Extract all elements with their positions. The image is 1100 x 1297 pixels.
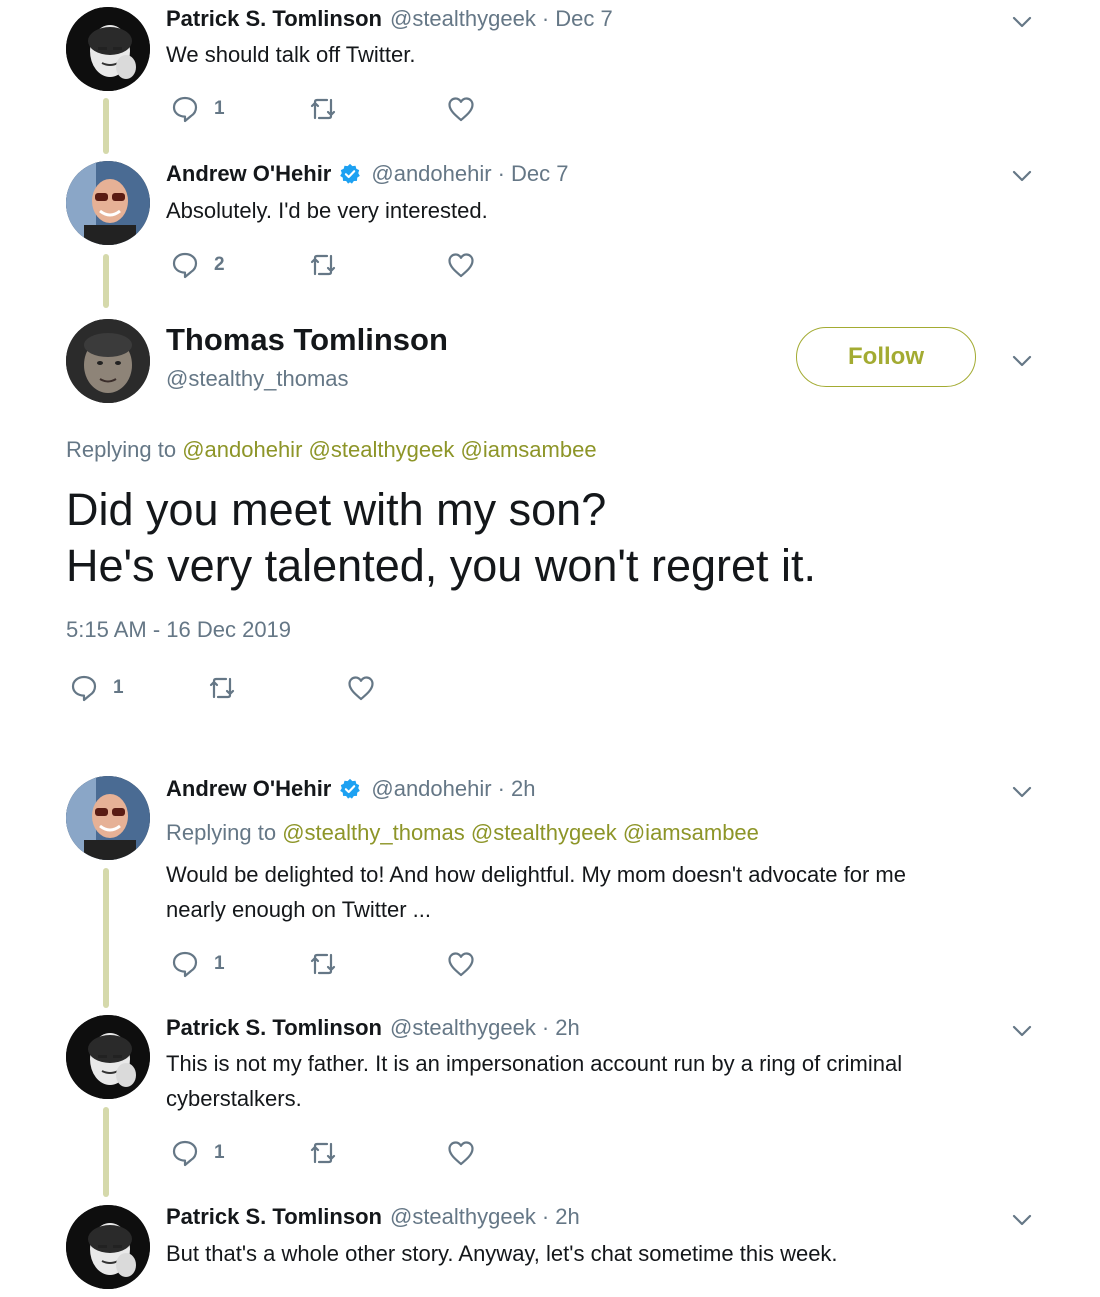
avatar[interactable]	[66, 1015, 150, 1099]
heart-icon	[348, 676, 374, 701]
author-handle[interactable]: @andohehir	[371, 776, 491, 802]
reply-button[interactable]: 1	[170, 949, 225, 979]
author-handle[interactable]: @stealthygeek	[390, 6, 536, 32]
heart-icon	[448, 952, 474, 977]
thread-line	[103, 868, 109, 1008]
thread-line	[103, 98, 109, 154]
verified-badge-icon	[340, 163, 361, 184]
follow-button[interactable]: Follow	[796, 327, 976, 387]
thread-line	[103, 254, 109, 308]
tweet-text-line: This is not my father. It is an imperson…	[166, 1051, 903, 1076]
chevron-down-icon[interactable]	[1011, 1024, 1033, 1038]
replying-prefix: Replying to	[166, 820, 277, 845]
reply-count: 1	[214, 1142, 225, 1163]
tweet-time[interactable]: · Dec 7	[498, 161, 569, 187]
tweet-text: We should talk off Twitter.	[166, 42, 416, 67]
like-button[interactable]	[346, 673, 376, 703]
reply-count: 1	[214, 953, 225, 974]
reply-button[interactable]: 1	[170, 94, 225, 124]
replying-prefix: Replying to	[66, 437, 177, 462]
retweet-icon	[310, 98, 336, 120]
chevron-down-icon[interactable]	[1011, 785, 1033, 799]
heart-icon	[448, 253, 474, 278]
tweet-text: Would be delighted to! And how delightfu…	[166, 857, 906, 927]
tweet-time[interactable]: · 2h	[498, 776, 536, 802]
reply-icon	[71, 675, 97, 702]
mention-link[interactable]: @stealthy_thomas	[282, 820, 465, 845]
like-button[interactable]	[446, 250, 476, 280]
retweet-icon	[310, 1142, 336, 1164]
reply-count: 2	[214, 254, 225, 275]
avatar[interactable]	[66, 7, 150, 91]
author-name[interactable]: Patrick S. Tomlinson	[166, 1204, 382, 1230]
reply-count: 1	[214, 98, 225, 119]
mention-link[interactable]: @stealthygeek	[471, 820, 617, 845]
chevron-down-icon[interactable]	[1011, 1213, 1033, 1227]
tweet-text-line: Did you meet with my son?	[66, 484, 607, 535]
replying-to: Replying to @stealthy_thomas @stealthyge…	[166, 820, 759, 846]
retweet-icon	[310, 254, 336, 276]
heart-icon	[448, 97, 474, 122]
tweet-text-line: cyberstalkers.	[166, 1086, 302, 1111]
replying-to: Replying to @andohehir @stealthygeek @ia…	[66, 437, 597, 463]
reply-icon	[172, 252, 198, 279]
retweet-button[interactable]	[207, 673, 237, 703]
tweet-text: But that's a whole other story. Anyway, …	[166, 1241, 838, 1266]
reply-button[interactable]: 2	[170, 250, 225, 280]
author-handle[interactable]: @andohehir	[371, 161, 491, 187]
like-button[interactable]	[446, 949, 476, 979]
retweet-button[interactable]	[308, 94, 338, 124]
thread-line	[103, 1107, 109, 1197]
author-handle[interactable]: @stealthygeek	[390, 1015, 536, 1041]
reply-icon	[172, 1140, 198, 1167]
retweet-button[interactable]	[308, 949, 338, 979]
tweet-text-line: nearly enough on Twitter ...	[166, 897, 431, 922]
tweet-text: Absolutely. I'd be very interested.	[166, 198, 488, 223]
tweet-text: This is not my father. It is an imperson…	[166, 1046, 902, 1116]
like-button[interactable]	[446, 94, 476, 124]
reply-button[interactable]: 1	[69, 673, 124, 703]
reply-button[interactable]: 1	[170, 1138, 225, 1168]
verified-badge-icon	[340, 778, 361, 799]
mention-link[interactable]: @stealthygeek	[309, 437, 455, 462]
tweet-text-line: He's very talented, you won't regret it.	[66, 540, 817, 591]
like-button[interactable]	[446, 1138, 476, 1168]
mention-link[interactable]: @iamsambee	[623, 820, 759, 845]
retweet-button[interactable]	[308, 250, 338, 280]
author-name[interactable]: Andrew O'Hehir	[166, 161, 331, 187]
author-name[interactable]: Patrick S. Tomlinson	[166, 1015, 382, 1041]
heart-icon	[448, 1141, 474, 1166]
tweet-timestamp[interactable]: 5:15 AM - 16 Dec 2019	[66, 617, 291, 643]
retweet-button[interactable]	[308, 1138, 338, 1168]
retweet-icon	[209, 677, 235, 699]
mention-link[interactable]: @iamsambee	[461, 437, 597, 462]
tweet-time[interactable]: · Dec 7	[542, 6, 613, 32]
avatar[interactable]	[66, 1205, 150, 1289]
author-name[interactable]: Thomas Tomlinson	[166, 322, 448, 358]
author-name[interactable]: Andrew O'Hehir	[166, 776, 331, 802]
avatar[interactable]	[66, 776, 150, 860]
reply-icon	[172, 96, 198, 123]
chevron-down-icon[interactable]	[1011, 15, 1033, 29]
avatar[interactable]	[66, 161, 150, 245]
author-handle[interactable]: @stealthygeek	[390, 1204, 536, 1230]
chevron-down-icon[interactable]	[1011, 354, 1033, 368]
tweet-text-line: Would be delighted to! And how delightfu…	[166, 862, 906, 887]
chevron-down-icon[interactable]	[1011, 169, 1033, 183]
reply-icon	[172, 951, 198, 978]
author-handle[interactable]: @stealthy_thomas	[166, 366, 349, 392]
author-name[interactable]: Patrick S. Tomlinson	[166, 6, 382, 32]
mention-link[interactable]: @andohehir	[182, 437, 302, 462]
tweet-time[interactable]: · 2h	[542, 1204, 580, 1230]
tweet-text: Did you meet with my son? He's very tale…	[66, 482, 816, 594]
reply-count: 1	[113, 677, 124, 698]
tweet-time[interactable]: · 2h	[542, 1015, 580, 1041]
retweet-icon	[310, 953, 336, 975]
avatar[interactable]	[66, 319, 150, 403]
